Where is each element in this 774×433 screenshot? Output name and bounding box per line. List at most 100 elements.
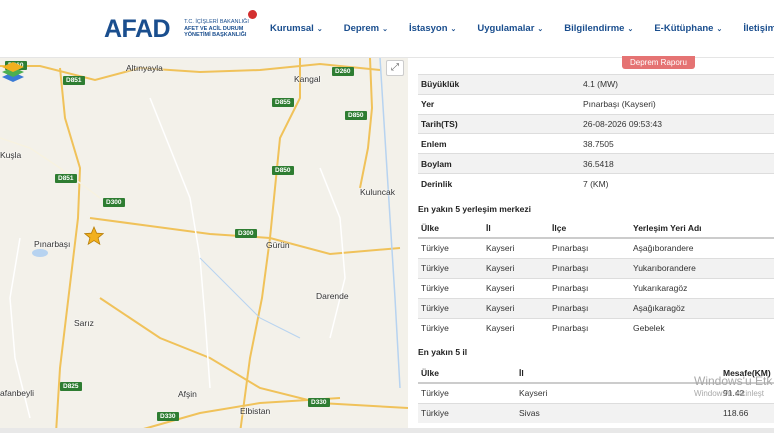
cell: Sivas: [519, 402, 723, 423]
detail-value: 38.7505: [583, 133, 774, 154]
detail-value: Pınarbaşı (Kayseri): [583, 93, 774, 115]
chevron-down-icon: ⌄: [627, 26, 634, 33]
nav-deprem[interactable]: Deprem ⌄: [344, 23, 388, 34]
road-tag: D260: [332, 67, 354, 76]
column-header: Ülke: [418, 363, 519, 384]
nav-label: Kurumsal: [270, 23, 314, 34]
cell: Yukarıborandere: [633, 257, 774, 278]
cell: Türkiye: [418, 317, 486, 338]
windows-activation-watermark: Windows'u Etk: [694, 374, 773, 388]
cell: Kayseri: [486, 257, 552, 278]
cell: Türkiye: [418, 382, 519, 403]
cell: Gebelek: [633, 317, 774, 338]
cell: Pınarbaşı: [552, 277, 633, 298]
earthquake-map[interactable]: D260 D851 D260 D855 D850 D850 D851 D300 …: [0, 58, 408, 433]
cell: Kayseri: [486, 277, 552, 298]
cell: Türkiye: [418, 237, 486, 258]
detail-row: Derinlik 7 (KM): [418, 172, 774, 194]
nav-label: E-Kütüphane: [654, 23, 714, 34]
cell: Türkiye: [418, 402, 519, 423]
cell: Aşağıkaragöz: [633, 297, 774, 318]
nav-label: Uygulamalar: [477, 23, 535, 34]
place-label: Gürün: [266, 240, 290, 250]
detail-row: Boylam 36.5418: [418, 153, 774, 174]
road-tag: D825: [60, 382, 82, 391]
detail-value: 26-08-2026 09:53:43: [583, 113, 774, 134]
detail-key: Büyüklük: [418, 74, 583, 95]
detail-row: Enlem 38.7505: [418, 133, 774, 154]
detail-value: 7 (KM): [583, 172, 774, 194]
chevron-down-icon: ⌄: [450, 26, 457, 33]
place-label: Kangal: [294, 74, 321, 84]
nav-bilgilendirme[interactable]: Bilgilendirme ⌄: [564, 23, 633, 34]
nav-istasyon[interactable]: İstasyon ⌄: [409, 23, 456, 34]
cell: Kayseri: [486, 317, 552, 338]
table-row: Türkiye Kayseri Pınarbaşı Aşağıkaragöz: [418, 297, 774, 318]
column-header: İlçe: [552, 218, 633, 239]
earthquake-report-button[interactable]: Deprem Raporu: [622, 56, 695, 69]
afad-logo[interactable]: AFAD T.C. İÇİŞLERİ BAKANLIĞI AFET VE ACİ…: [104, 10, 258, 44]
cell: Kayseri: [519, 382, 723, 403]
road-tag: D330: [157, 412, 179, 421]
detail-key: Derinlik: [418, 172, 583, 194]
cell: Aşağıborandere: [633, 237, 774, 258]
road-tag: D851: [63, 76, 85, 85]
logo-sub-line1: T.C. İÇİŞLERİ BAKANLIĞI: [184, 19, 249, 26]
detail-row: Yer Pınarbaşı (Kayseri): [418, 93, 774, 115]
place-label: afanbeyli: [0, 388, 35, 398]
nav-iletisim[interactable]: İletişim⌄: [743, 23, 774, 34]
column-header: Ülke: [418, 218, 486, 239]
table-row: Türkiye Kayseri Pınarbaşı Yukarıkaragöz: [418, 277, 774, 298]
nav-label: Bilgilendirme: [564, 23, 625, 34]
horizontal-scrollbar[interactable]: [0, 428, 774, 433]
logo-red-dot: [248, 10, 258, 19]
logo-subtitle: T.C. İÇİŞLERİ BAKANLIĞI AFET VE ACİL DUR…: [184, 19, 254, 39]
earthquake-details-panel: Deprem Raporu Büyüklük 4.1 (MW) Yer Pınarb…: [408, 56, 774, 433]
detail-row: Tarih(TS) 26-08-2026 09:53:43: [418, 113, 774, 134]
detail-row: Büyüklük 4.1 (MW): [418, 74, 774, 95]
table-row: Türkiye Kayseri Pınarbaşı Gebelek: [418, 317, 774, 338]
cell: Türkiye: [418, 257, 486, 278]
chevron-down-icon: ⌄: [716, 26, 723, 33]
column-header: İl: [486, 218, 552, 239]
cell: 118.66: [723, 402, 774, 423]
cell: Kayseri: [486, 297, 552, 318]
chevron-down-icon: ⌄: [537, 26, 544, 33]
place-label: Sarız: [74, 318, 94, 328]
place-label: Kuşla: [0, 150, 22, 160]
detail-key: Boylam: [418, 153, 583, 174]
star-icon[interactable]: [84, 226, 104, 246]
place-label: Altınyayla: [126, 63, 163, 73]
place-label: Elbistan: [240, 406, 271, 416]
table-header-row: Ülke İl İlçe Yerleşim Yeri Adı: [418, 218, 774, 239]
table-row: Türkiye Kayseri Pınarbaşı Yukarıborandere: [418, 257, 774, 278]
nav-e-kutuphane[interactable]: E-Kütüphane ⌄: [654, 23, 722, 34]
cell: Kayseri: [486, 237, 552, 258]
place-label: Pınarbaşı: [34, 239, 71, 249]
fullscreen-icon[interactable]: ⤢: [386, 60, 404, 76]
cell: Pınarbaşı: [552, 317, 633, 338]
detail-key: Enlem: [418, 133, 583, 154]
cell: Pınarbaşı: [552, 257, 633, 278]
provinces-title: En yakın 5 il: [418, 347, 468, 357]
nav-kurumsal[interactable]: Kurumsal ⌄: [270, 23, 323, 34]
road-tag: D330: [308, 398, 330, 407]
layers-icon[interactable]: [0, 58, 26, 84]
nav-uygulamalar[interactable]: Uygulamalar ⌄: [477, 23, 543, 34]
place-label: Afşin: [178, 389, 197, 399]
nav-label: İstasyon: [408, 23, 448, 34]
main-nav: Kurumsal ⌄ Deprem ⌄ İstasyon ⌄ Uygulamalar ⌄…: [270, 23, 774, 34]
place-label: Darende: [316, 291, 349, 301]
road-tag: D300: [235, 229, 257, 238]
column-header: İl: [519, 363, 723, 384]
detail-key: Yer: [418, 93, 583, 115]
cell: Pınarbaşı: [552, 237, 633, 258]
road-tag: D851: [55, 174, 77, 183]
nav-label: İletişim: [743, 23, 774, 34]
details-table: Büyüklük 4.1 (MW) Yer Pınarbaşı (Kayseri) …: [418, 74, 774, 194]
windows-activation-watermark-sub: Windows'u etkinleşt: [694, 389, 764, 398]
logo-wordmark: AFAD: [104, 14, 171, 43]
detail-value: 4.1 (MW): [583, 74, 774, 95]
road-tag: D300: [103, 198, 125, 207]
cell: Türkiye: [418, 297, 486, 318]
